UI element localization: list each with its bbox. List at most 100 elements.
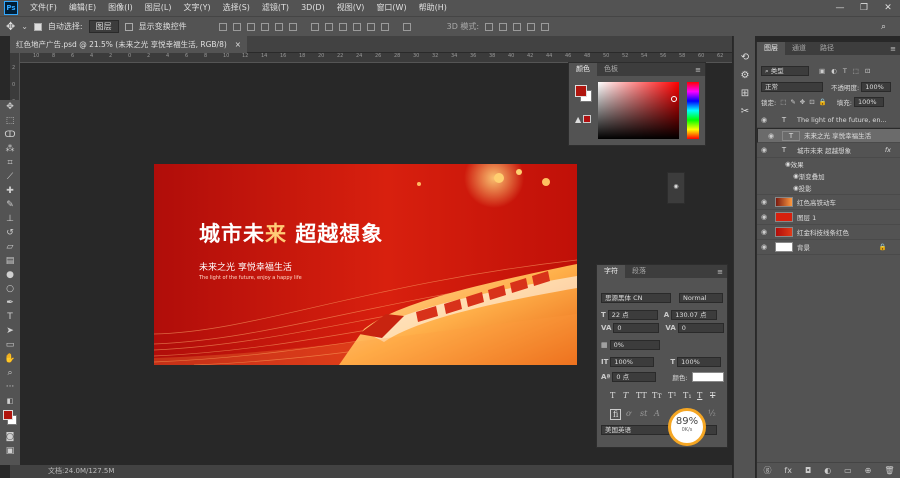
lasso-tool-icon[interactable]: ↀ [0, 128, 20, 142]
foreground-color-swatch[interactable] [575, 85, 587, 97]
tab-paragraph[interactable]: 段落 [625, 265, 653, 278]
layer-row[interactable]: ◉ T 城市未来 超越想象 fx [757, 143, 900, 158]
document-tab[interactable]: 红色地产广告.psd @ 21.5% (未来之光 享悦幸福生活, RGB/8) … [10, 36, 248, 53]
subscript-icon[interactable]: T₁ [683, 391, 692, 400]
close-tab-icon[interactable]: × [235, 36, 241, 53]
distribute-bottom-icon[interactable] [338, 22, 347, 31]
auto-align-icon[interactable] [402, 22, 411, 31]
panel-menu-icon[interactable]: ≡ [890, 45, 900, 53]
stylistic-alternates-icon[interactable]: A [654, 409, 660, 418]
menu-type[interactable]: 文字(Y) [177, 0, 216, 16]
visibility-eye-icon[interactable]: ◉ [757, 213, 771, 221]
menu-window[interactable]: 窗口(W) [370, 0, 412, 16]
menu-select[interactable]: 选择(S) [217, 0, 256, 16]
align-left-icon[interactable] [260, 22, 269, 31]
visibility-eye-icon[interactable]: ◉ [757, 243, 771, 251]
zoom-tool-icon[interactable]: ⌕ [0, 366, 20, 380]
lock-icon[interactable]: 🔒 [879, 243, 887, 251]
restore-icon[interactable]: ❐ [852, 3, 876, 13]
blend-mode-dropdown[interactable]: 正常 [761, 82, 823, 92]
link-layers-icon[interactable]: ⓖ [763, 465, 771, 476]
lock-icons[interactable]: ⬚✎✥⊡🔒 [780, 98, 831, 106]
vertical-scale-field[interactable]: 100% [610, 357, 655, 367]
tab-character[interactable]: 字符 [597, 265, 625, 278]
tab-swatches[interactable]: 色板 [597, 63, 625, 76]
fill-field[interactable]: 100% [853, 97, 884, 107]
distribute-left-icon[interactable] [352, 22, 361, 31]
tab-channels[interactable]: 通道 [785, 42, 813, 55]
roll-3d-icon[interactable] [499, 22, 508, 31]
color-picker-cursor[interactable] [671, 96, 677, 102]
menu-layer[interactable]: 图层(L) [139, 0, 178, 16]
add-style-icon[interactable]: fx [784, 466, 792, 475]
align-right-icon[interactable] [288, 22, 297, 31]
foreground-color-swatch[interactable] [3, 410, 13, 420]
rectangle-tool-icon[interactable]: ▭ [0, 338, 20, 352]
font-size-field[interactable]: 22 点 [607, 310, 658, 320]
layer-filter-dropdown[interactable]: ⌕ 类型 [761, 66, 809, 76]
tab-color[interactable]: 颜色 [569, 63, 597, 76]
quick-mask-icon[interactable]: ◙ [0, 430, 20, 444]
visibility-eye-icon[interactable]: ◉ [757, 228, 771, 236]
new-group-icon[interactable]: ▭ [844, 466, 852, 475]
close-icon[interactable]: ✕ [876, 3, 900, 13]
font-style-dropdown[interactable]: Normal [679, 293, 723, 303]
brush-tool-icon[interactable]: ✎ [0, 198, 20, 212]
orbit-3d-icon[interactable] [485, 22, 494, 31]
distribute-top-icon[interactable] [310, 22, 319, 31]
tab-paths[interactable]: 路径 [813, 42, 841, 55]
dodge-tool-icon[interactable]: ○ [0, 282, 20, 296]
gamut-warning-icon[interactable]: ▲ [575, 115, 581, 124]
add-mask-icon[interactable]: ◘ [805, 466, 811, 475]
auto-select-dropdown[interactable]: 图层 [88, 20, 119, 33]
baseline-shift-field[interactable]: 0 点 [612, 372, 657, 382]
marquee-tool-icon[interactable]: ⬚ [0, 114, 20, 128]
menu-view[interactable]: 视图(V) [331, 0, 371, 16]
show-transform-checkbox[interactable] [124, 22, 133, 31]
hand-tool-icon[interactable]: ✋ [0, 352, 20, 366]
ligature-icon[interactable]: fi [610, 409, 622, 420]
tracking-field[interactable]: 0 [677, 323, 724, 333]
align-middle-icon[interactable] [232, 22, 241, 31]
history-panel-icon[interactable]: ⟲ [734, 48, 756, 66]
language-dropdown[interactable]: 美国英语 [601, 425, 671, 435]
faux-italic-icon[interactable]: T [623, 391, 628, 400]
old-style-icon[interactable]: ơ [626, 409, 631, 418]
opacity-field[interactable]: 100% [861, 82, 892, 92]
panel-menu-icon[interactable]: ≡ [695, 66, 705, 74]
libraries-panel-icon[interactable]: ✂ [734, 102, 756, 120]
new-layer-icon[interactable]: ⊕ [865, 466, 872, 475]
default-colors-icon[interactable]: ◧ [0, 394, 20, 408]
strikethrough-icon[interactable]: T [710, 391, 715, 400]
collapsed-panel-icon[interactable]: ◉ [667, 172, 685, 204]
align-top-icon[interactable] [218, 22, 227, 31]
kerning-field[interactable]: 0 [613, 323, 660, 333]
layer-row[interactable]: ◉ 背景 🔒 [757, 240, 900, 255]
distribute-right-icon[interactable] [380, 22, 389, 31]
pan-3d-icon[interactable] [513, 22, 522, 31]
small-caps-icon[interactable]: Tт [652, 391, 662, 400]
fractions-icon[interactable]: ½ [708, 409, 716, 418]
faux-bold-icon[interactable]: T [610, 391, 615, 400]
layer-effects-icon[interactable]: fx [885, 146, 891, 154]
filter-type-icons[interactable]: ▣◐T⬚⊡ [819, 67, 876, 75]
swash-icon[interactable]: st [640, 409, 647, 418]
menu-help[interactable]: 帮助(H) [413, 0, 453, 16]
scale-3d-icon[interactable] [541, 22, 550, 31]
align-center-icon[interactable] [274, 22, 283, 31]
menu-filter[interactable]: 滤镜(T) [256, 0, 295, 16]
type-tool-icon[interactable]: T [0, 310, 20, 324]
more-tools-icon[interactable]: ··· [0, 380, 20, 394]
move-tool-icon[interactable]: ✥ [6, 20, 15, 33]
eraser-tool-icon[interactable]: ▱ [0, 240, 20, 254]
layer-row[interactable]: ◉ 图层 1 [757, 210, 900, 225]
leading-field[interactable]: 130.07 点 [671, 310, 718, 320]
performance-meter[interactable]: 89% 0K/s [668, 408, 706, 446]
align-bottom-icon[interactable] [246, 22, 255, 31]
clone-stamp-tool-icon[interactable]: ⊥ [0, 212, 20, 226]
menu-image[interactable]: 图像(I) [102, 0, 139, 16]
tsume-field[interactable]: 0% [609, 340, 660, 350]
visibility-eye-icon[interactable]: ◉ [764, 130, 778, 142]
healing-brush-tool-icon[interactable]: ✚ [0, 184, 20, 198]
menu-edit[interactable]: 编辑(E) [63, 0, 102, 16]
